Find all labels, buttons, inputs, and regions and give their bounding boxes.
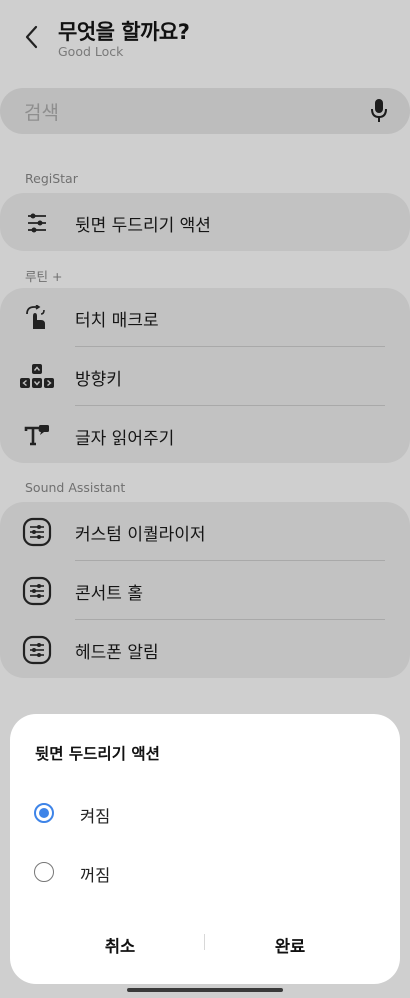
microphone-icon[interactable] [370,98,388,124]
list-item-touch-macro[interactable]: 터치 매크로 [0,288,410,347]
search-bar[interactable]: 검색 [0,88,410,134]
card-registar: 뒷면 두드리기 액션 [0,193,410,251]
option-on[interactable]: 켜짐 [10,789,400,839]
equalizer-icon [20,633,54,667]
option-label: 켜짐 [80,807,111,826]
section-label-sound-assistant: Sound Assistant [25,480,126,495]
list-item-label: 뒷면 두드리기 액션 [75,216,211,236]
list-item-headphone-alert[interactable]: 헤드폰 알림 [0,620,410,679]
list-item-label: 헤드폰 알림 [75,643,159,663]
card-routine-plus: 터치 매크로 방향키 글자 읽어주기 [0,288,410,463]
arrow-keys-icon [17,360,57,394]
list-item-custom-equalizer[interactable]: 커스텀 이퀄라이저 [0,502,410,561]
option-dialog: 뒷면 두드리기 액션 켜짐 꺼짐 취소 완료 [10,714,400,984]
cancel-button[interactable]: 취소 [25,930,215,964]
text-to-speech-icon [20,419,54,453]
equalizer-icon [20,515,54,549]
section-label-registar: RegiStar [25,171,78,186]
sliders-icon [20,206,54,240]
list-item-label: 콘서트 홀 [75,584,143,604]
back-button[interactable] [20,22,46,52]
list-item-text-reader[interactable]: 글자 읽어주기 [0,406,410,465]
equalizer-icon [20,574,54,608]
list-item-label: 커스텀 이퀄라이저 [75,525,206,545]
option-label: 꺼짐 [80,866,111,885]
radio-selected-icon[interactable] [34,803,54,823]
list-item-back-tap[interactable]: 뒷면 두드리기 액션 [0,193,410,252]
list-item-arrow-keys[interactable]: 방향키 [0,347,410,406]
section-label-routine-plus: 루틴 + [25,269,63,284]
page-subtitle: Good Lock [58,44,124,59]
done-button[interactable]: 완료 [195,930,385,964]
search-input[interactable]: 검색 [24,98,59,125]
list-item-label: 글자 읽어주기 [75,429,175,449]
list-item-label: 방향키 [75,370,122,390]
chevron-left-icon [25,25,38,49]
list-item-concert-hall[interactable]: 콘서트 홀 [0,561,410,620]
list-item-label: 터치 매크로 [75,311,159,331]
option-off[interactable]: 꺼짐 [10,848,400,898]
card-sound-assistant: 커스텀 이퀄라이저 콘서트 홀 헤드폰 알림 [0,502,410,678]
home-indicator[interactable] [127,988,283,992]
app-header: 무엇을 할까요? Good Lock [0,0,410,80]
touch-macro-icon [20,301,54,335]
page-title: 무엇을 할까요? [58,20,190,44]
dialog-title: 뒷면 두드리기 액션 [35,745,160,763]
radio-unselected-icon[interactable] [34,862,54,882]
